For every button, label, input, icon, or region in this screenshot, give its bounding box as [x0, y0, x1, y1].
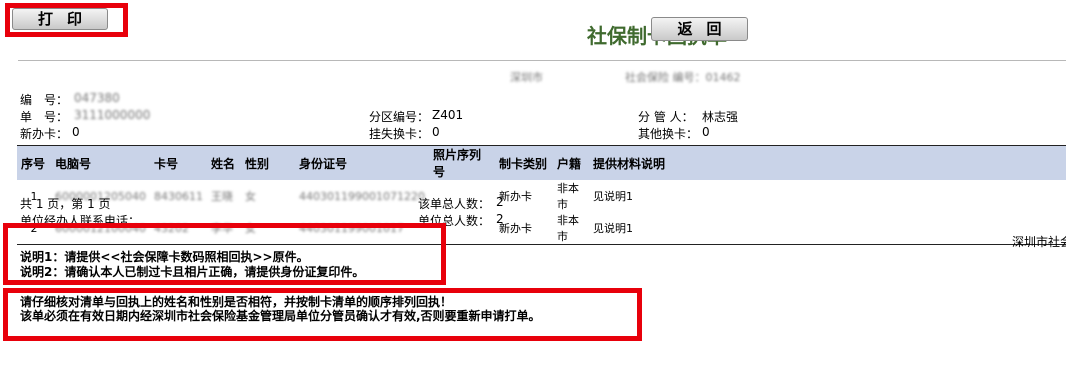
doc-no-label: 单 号：: [20, 110, 69, 124]
cell-household: 非本市: [556, 214, 579, 243]
col-id-no: 身份证号: [294, 145, 429, 180]
new-card-label: 新办卡：: [20, 127, 69, 141]
col-household: 户籍: [552, 145, 589, 180]
cell-id-no: 440301199001071220: [298, 189, 425, 203]
cell-card-type: 新办卡: [498, 222, 532, 235]
cell-material: 见说明1: [592, 190, 633, 203]
note-2: 说明2：请确认本人已制过卡且相片正确，请提供身份证复印件。: [20, 265, 365, 279]
report-loss-value: 0: [432, 125, 440, 139]
serial-label: 编 号：: [20, 93, 69, 107]
manager-value: 林志强: [702, 110, 739, 124]
doc-no-value: 3111000000: [74, 108, 151, 122]
col-photo-no: 照片序列号: [428, 145, 495, 180]
district-value: Z401: [432, 108, 464, 122]
total2-value: 2: [496, 212, 504, 226]
new-card-value: 0: [72, 125, 80, 139]
col-material: 提供材料说明: [588, 145, 1066, 180]
right-partial-text: 深圳市社会: [1012, 235, 1066, 249]
cell-household: 非本市: [556, 182, 579, 211]
subtitle-left: 深圳市: [510, 71, 543, 84]
manager-label: 分 管 人：: [638, 110, 694, 124]
header-divider: [18, 60, 1066, 61]
cell-gender: 女: [244, 190, 256, 203]
cell-material: 见说明1: [592, 222, 633, 235]
report-loss-label: 挂失换卡：: [369, 127, 430, 141]
total1-value: 2: [496, 195, 504, 209]
col-card-no: 卡号: [149, 145, 207, 180]
col-name: 姓名: [206, 145, 241, 180]
table-header-row: 序号 电脑号 卡号 姓名 性别 身份证号 照片序列号 制卡类别 户籍 提供材料说…: [17, 145, 1066, 180]
other-card-label: 其他换卡：: [638, 127, 699, 141]
other-card-value: 0: [702, 125, 710, 139]
serial-value: 047380: [74, 91, 120, 105]
table-row: 1 6000001205040 8430611 王晓 女 44030119900…: [17, 180, 1066, 212]
print-highlight-box: [5, 3, 128, 37]
cell-card-no: 8430611: [153, 189, 203, 203]
col-computer-no: 电脑号: [51, 145, 150, 180]
subtitle-right: 社会保险 编号：01462: [625, 71, 741, 84]
total1-label: 该单总人数：: [418, 197, 491, 211]
warning-line-2: 该单必须在有效日期内经深圳市社会保险基金管理局单位分管员确认才有效,否则要重新申…: [20, 309, 541, 323]
col-card-type: 制卡类别: [494, 145, 553, 180]
back-button[interactable]: 返回: [651, 17, 748, 41]
col-no: 序号: [17, 145, 51, 180]
cell-name: 王晓: [210, 190, 233, 203]
cell-card-type: 新办卡: [498, 190, 532, 203]
district-label: 分区编号：: [369, 110, 430, 124]
page-count: 共 1 页，第 1 页: [20, 197, 111, 211]
col-gender: 性别: [240, 145, 295, 180]
